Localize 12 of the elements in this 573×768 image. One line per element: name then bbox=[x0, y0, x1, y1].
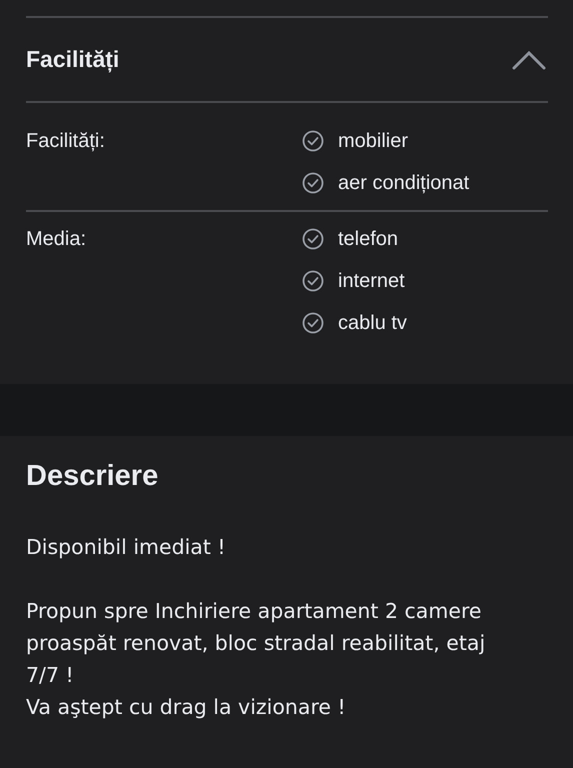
facility-item: internet bbox=[338, 269, 405, 294]
chevron-icon[interactable] bbox=[512, 50, 546, 70]
facility-item: cablu tv bbox=[338, 311, 407, 336]
group-label: Media: bbox=[26, 227, 88, 252]
facility-item: aer condiționat bbox=[338, 171, 470, 196]
group-label: Facilități: bbox=[26, 129, 106, 154]
description-paragraph: Propun spre Inchiriere apartament 2 camere proaspăt renovat, bloc stradal reabilitat, etaj 7/7 ! Va aştept cu drag la vizionare ! bbox=[26, 598, 486, 721]
description-paragraph: Disponibil imediat ! bbox=[26, 534, 227, 561]
facility-item: mobilier bbox=[338, 129, 408, 154]
section-title: Facilități bbox=[26, 46, 120, 73]
facility-item: telefon bbox=[338, 227, 398, 252]
section-title: Descriere bbox=[26, 460, 160, 493]
